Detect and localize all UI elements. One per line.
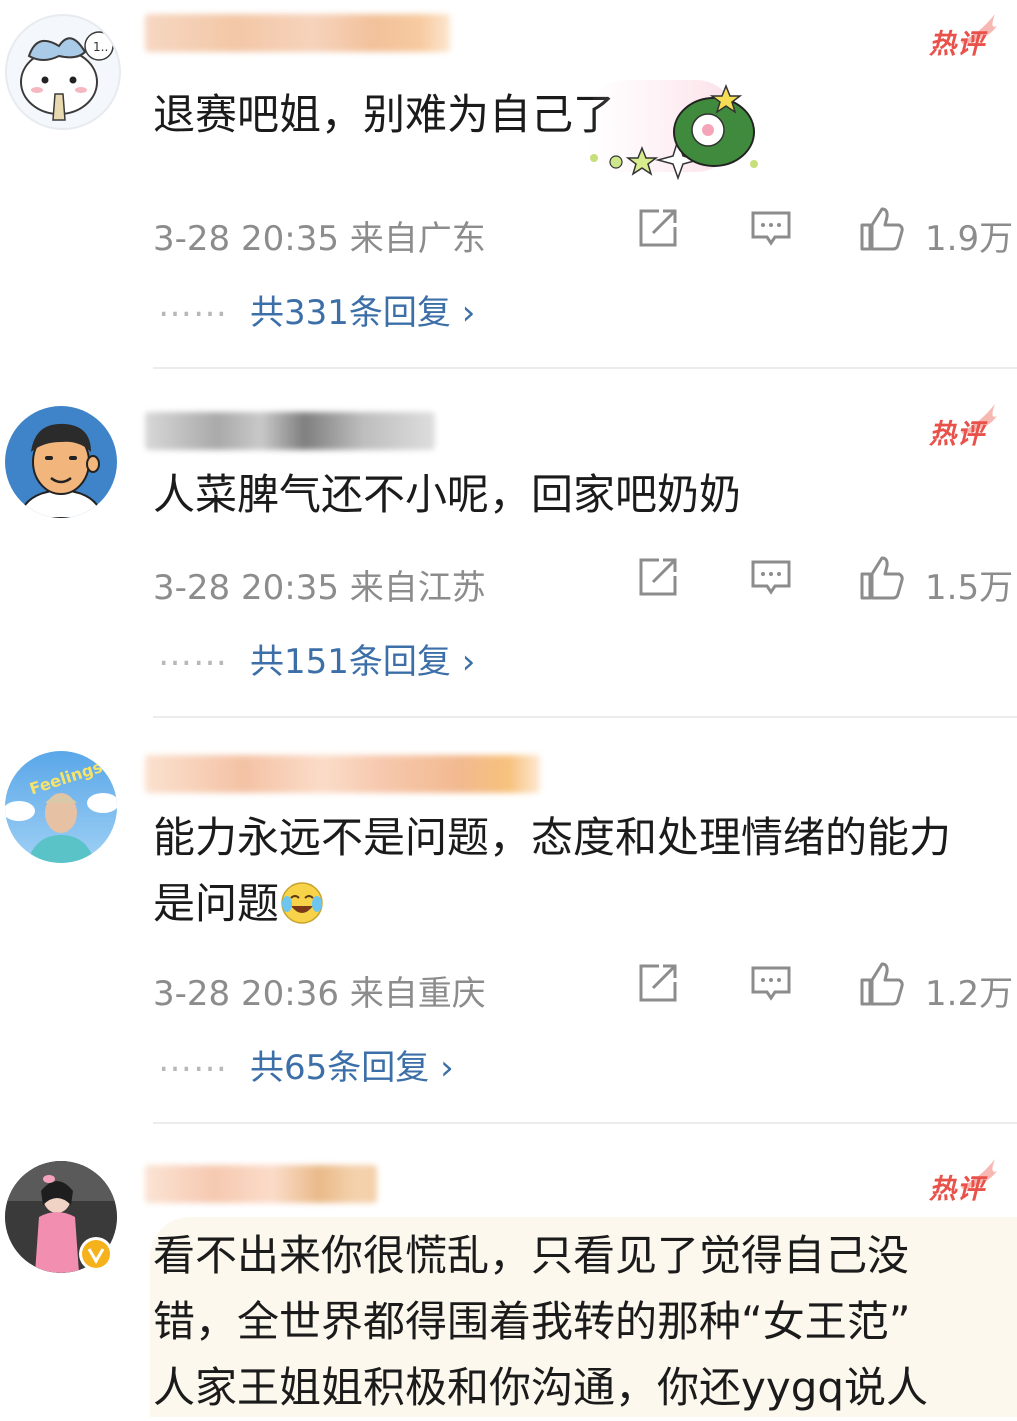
chevron-right-icon: ›: [440, 1048, 454, 1088]
comment-text: 看不出来你很慌乱，只看见了觉得自己没 错，全世界都得围着我转的那种“女王范” 人…: [153, 1231, 929, 1412]
svg-text:Feelings: Feelings: [27, 757, 105, 798]
flower-sticker-icon: [586, 80, 758, 180]
share-icon[interactable]: [635, 207, 679, 251]
chevron-right-icon: ›: [461, 642, 476, 682]
comment-text: 人菜脾气还不小呢，回家吧奶奶: [153, 470, 742, 519]
username[interactable]: [145, 14, 450, 52]
reply-icon[interactable]: [749, 962, 793, 1006]
divider: [153, 716, 1017, 718]
username[interactable]: [145, 1165, 377, 1203]
hot-comment-badge: 热评: [927, 14, 999, 60]
like-icon[interactable]: [858, 205, 906, 253]
feelings-photo-avatar-icon: Feelings: [5, 757, 117, 863]
replies-count-link[interactable]: 共331条回复 ›: [250, 285, 475, 334]
comment-item: Feelings 能力永远不是问题，态度和处理情绪的能力 是问题 3-28 20…: [0, 719, 1017, 1125]
svg-text:1..: 1..: [93, 40, 108, 54]
laughing-crying-emoji-icon: [281, 882, 323, 924]
avatar[interactable]: [5, 406, 117, 518]
like-count: 1.9万: [925, 219, 1014, 259]
comment-time-location: 3-28 20:35 来自广东: [153, 219, 486, 259]
replies-dots: ……: [158, 634, 228, 674]
like-icon[interactable]: [858, 960, 906, 1008]
hot-comment-badge: 热评: [927, 404, 999, 450]
avatar[interactable]: [5, 1161, 117, 1273]
like-icon[interactable]: [858, 554, 906, 602]
avatar[interactable]: 1..: [5, 14, 121, 130]
username[interactable]: [145, 755, 540, 793]
cartoon-character-avatar-icon: 1..: [20, 31, 114, 121]
replies-dots: ……: [158, 285, 228, 325]
verified-badge-icon: [82, 1240, 110, 1268]
reply-icon[interactable]: [749, 207, 793, 251]
share-icon[interactable]: [635, 962, 679, 1006]
like-count: 1.2万: [925, 974, 1014, 1014]
cartoon-man-avatar-icon: [17, 423, 105, 518]
replies-dots: ……: [158, 1040, 228, 1080]
comment-meta: 3-28 20:35 来自江苏 1.5万: [153, 554, 1017, 608]
comment-text: 退赛吧姐，别难为自己了: [153, 90, 616, 139]
verified-badge: [79, 1237, 113, 1271]
comment-text: 能力永远不是问题，态度和处理情绪的能力 是问题: [153, 813, 952, 928]
replies-count-link[interactable]: 共151条回复 ›: [250, 634, 475, 683]
share-icon[interactable]: [635, 556, 679, 600]
comment-meta: 3-28 20:35 来自广东 1.9万: [153, 205, 1017, 259]
comment-item: 1.. 热评 退赛吧姐，别难为自己了 3-28 20:35 来自广东 1.9万 …: [0, 0, 1017, 370]
divider: [153, 367, 1017, 369]
chevron-right-icon: ›: [461, 293, 476, 333]
divider: [153, 1122, 1017, 1124]
username[interactable]: [145, 412, 435, 450]
reply-icon[interactable]: [749, 556, 793, 600]
comment-item: 热评 人菜脾气还不小呢，回家吧奶奶 3-28 20:35 来自江苏 1.5万 ……: [0, 370, 1017, 719]
comment-item: 热评 看不出来你很慌乱，只看见了觉得自己没 错，全世界都得围着我转的那种“女王范…: [0, 1125, 1017, 1417]
replies-count-link[interactable]: 共65条回复 ›: [250, 1040, 454, 1089]
comment-time-location: 3-28 20:36 来自重庆: [153, 974, 486, 1014]
avatar[interactable]: Feelings: [5, 751, 117, 863]
comment-meta: 3-28 20:36 来自重庆 1.2万: [153, 960, 1017, 1014]
hot-comment-badge: 热评: [927, 1159, 999, 1205]
like-count: 1.5万: [925, 568, 1014, 608]
comment-time-location: 3-28 20:35 来自江苏: [153, 568, 486, 608]
